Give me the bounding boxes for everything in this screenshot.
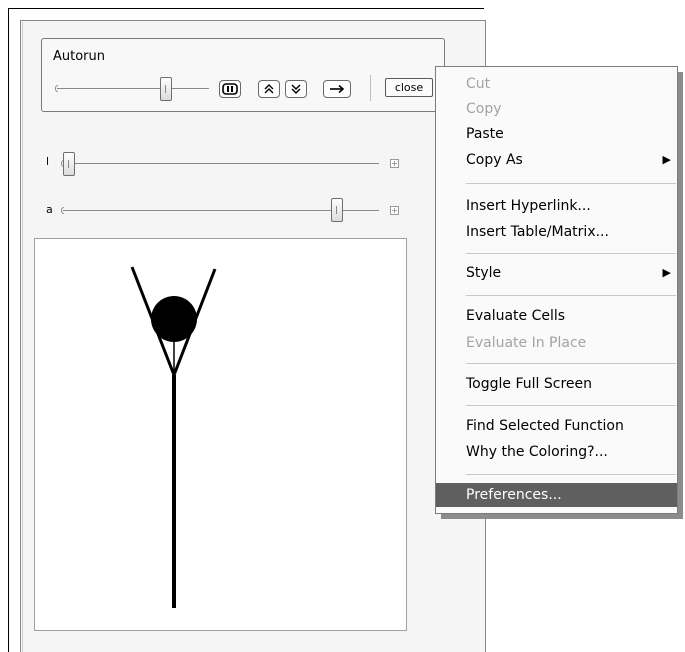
menu-item-copy[interactable]: Copy [436, 97, 677, 121]
menu-separator [466, 474, 676, 475]
menu-item-preferences[interactable]: Preferences... [436, 483, 677, 507]
faster-icon [264, 84, 274, 94]
close-label: close [394, 81, 424, 94]
menu-item-why-coloring[interactable]: Why the Coloring?... [436, 440, 677, 464]
menu-item-evaluate-in-place[interactable]: Evaluate In Place [436, 331, 677, 355]
direction-button[interactable] [323, 80, 351, 98]
menu-item-paste[interactable]: Paste [436, 122, 677, 146]
menu-separator [466, 253, 676, 254]
menu-item-insert-table[interactable]: Insert Table/Matrix... [436, 220, 677, 244]
menu-item-find-selected-function[interactable]: Find Selected Function [436, 414, 677, 438]
menu-item-copy-as[interactable]: Copy As ▶ [436, 148, 677, 172]
menu-separator [466, 183, 676, 184]
context-menu: Cut Copy Paste Copy As ▶ Insert Hyperlink… [435, 66, 678, 514]
left-brace [158, 336, 175, 376]
submenu-arrow-icon: ▶ [662, 153, 671, 166]
menu-separator [466, 405, 676, 406]
autorun-slider-thumb[interactable] [160, 77, 172, 101]
pause-button[interactable] [219, 80, 241, 98]
menu-separator [466, 295, 676, 296]
autorun-slider-track[interactable] [57, 88, 209, 89]
control-label-l: l [46, 155, 50, 168]
a-expand-button[interactable]: + [390, 206, 399, 215]
panel-edge [22, 22, 23, 652]
menu-item-toggle-full-screen[interactable]: Toggle Full Screen [436, 372, 677, 396]
pause-icon [222, 83, 238, 95]
window-frame-left [8, 8, 9, 652]
l-expand-button[interactable]: + [390, 159, 399, 168]
slower-icon [291, 84, 301, 94]
submenu-arrow-icon: ▶ [662, 266, 671, 279]
control-label-a: a [46, 203, 53, 216]
toolbar-separator [370, 75, 371, 101]
step-forward-icon [330, 84, 345, 94]
right-brace [173, 336, 190, 376]
close-button[interactable]: close [385, 78, 433, 97]
faster-button[interactable] [258, 80, 280, 98]
menu-item-insert-hyperlink[interactable]: Insert Hyperlink... [436, 194, 677, 218]
autorun-title: Autorun [53, 49, 106, 64]
menu-item-evaluate-cells[interactable]: Evaluate Cells [436, 304, 677, 328]
graphics-output [34, 238, 407, 631]
menu-item-cut[interactable]: Cut [436, 72, 677, 96]
window-frame-top [8, 8, 484, 9]
pendulum-graphic [130, 266, 217, 608]
pendulum-bob [151, 296, 197, 342]
menu-separator [466, 363, 676, 364]
l-slider-thumb[interactable] [63, 152, 75, 176]
menu-item-style[interactable]: Style ▶ [436, 261, 677, 285]
slower-button[interactable] [285, 80, 307, 98]
a-slider-thumb[interactable] [331, 198, 343, 222]
l-slider-track[interactable] [63, 163, 379, 164]
